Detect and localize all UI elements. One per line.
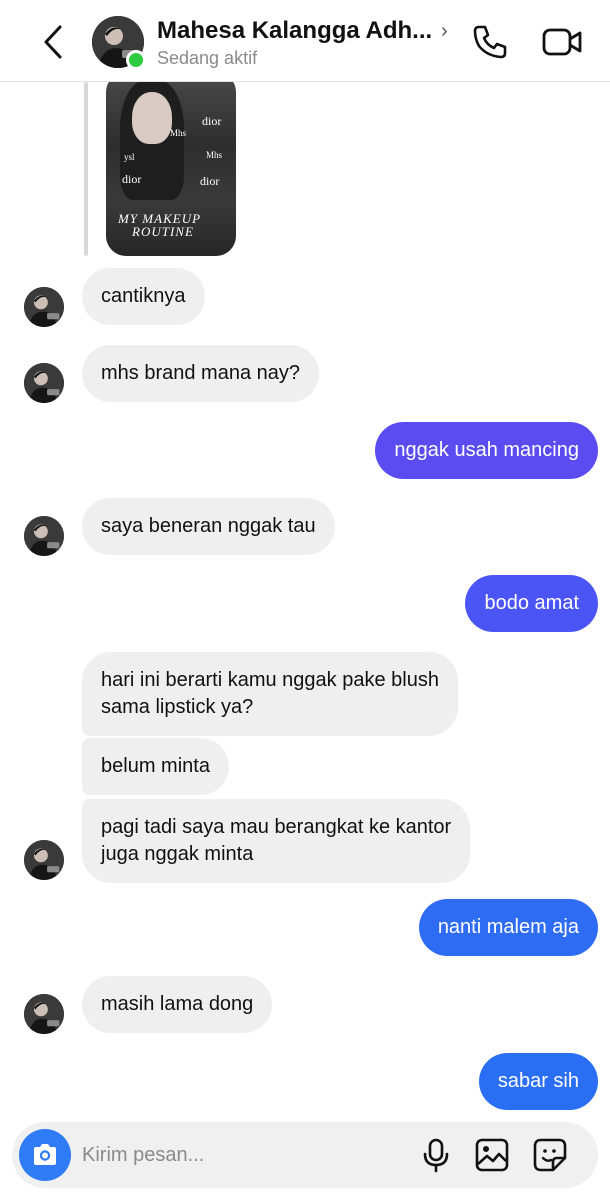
incoming-message[interactable]: saya beneran nggak tau (82, 498, 335, 555)
voice-message-button[interactable] (418, 1137, 454, 1173)
sender-avatar[interactable] (24, 363, 64, 403)
incoming-message[interactable]: hari ini berarti kamu nggak pake blush s… (82, 652, 458, 736)
outgoing-message[interactable]: sabar sih (478, 1053, 598, 1110)
outgoing-message[interactable]: nanti malem aja (418, 899, 598, 956)
online-indicator (126, 50, 146, 70)
incoming-message[interactable]: pagi tadi saya mau berangkat ke kantor j… (82, 799, 471, 883)
message-line: hari ini berarti kamu nggak pake blush (101, 669, 439, 691)
sender-avatar[interactable] (24, 994, 64, 1034)
chat-header: Mahesa Kalangga Adh... › Sedang aktif (0, 0, 610, 82)
video-call-button[interactable] (540, 22, 584, 62)
post-label: Mhs (170, 128, 187, 138)
message-input[interactable] (82, 1135, 402, 1175)
gallery-icon (475, 1138, 509, 1172)
video-camera-icon (542, 28, 582, 56)
phone-icon (473, 25, 507, 59)
sticker-button[interactable] (532, 1137, 568, 1173)
message-composer (12, 1122, 598, 1188)
incoming-message[interactable]: belum minta (82, 738, 229, 795)
post-title-line: ROUTINE (132, 224, 194, 239)
post-label: dior (202, 114, 222, 128)
microphone-icon (423, 1138, 449, 1173)
incoming-message[interactable]: masih lama dong (82, 976, 273, 1033)
reply-thread-line (84, 82, 88, 256)
post-photo-face (132, 92, 172, 144)
incoming-message[interactable]: cantiknya (82, 268, 205, 325)
outgoing-message[interactable]: nggak usah mancing (375, 422, 598, 479)
post-label: ysl (124, 152, 135, 162)
camera-button[interactable] (19, 1129, 71, 1181)
back-button[interactable] (36, 22, 70, 62)
message-line: juga nggak minta (101, 843, 254, 865)
gallery-button[interactable] (474, 1137, 510, 1173)
outgoing-message[interactable]: bodo amat (465, 575, 598, 632)
post-label: dior (200, 174, 220, 188)
shared-post-thumbnail[interactable]: dior Mhs ysl dior Mhs dior MY MAKEUP ROU… (106, 72, 236, 256)
back-chevron-icon (44, 25, 62, 59)
incoming-message[interactable]: mhs brand mana nay? (82, 345, 320, 402)
sender-avatar[interactable] (24, 840, 64, 880)
message-line: sama lipstick ya? (101, 696, 254, 718)
sender-avatar[interactable] (24, 516, 64, 556)
post-title: MY MAKEUP ROUTINE (118, 212, 201, 238)
sender-avatar[interactable] (24, 287, 64, 327)
chevron-right-icon[interactable]: › (441, 20, 448, 43)
camera-icon (34, 1144, 56, 1165)
active-status: Sedang aktif (157, 48, 258, 68)
sticker-icon (533, 1138, 567, 1172)
contact-name[interactable]: Mahesa Kalangga Adh... (157, 17, 432, 45)
post-label: Mhs (206, 150, 223, 160)
voice-call-button[interactable] (470, 22, 510, 62)
message-line: pagi tadi saya mau berangkat ke kantor (101, 816, 452, 838)
post-label: dior (122, 172, 142, 186)
